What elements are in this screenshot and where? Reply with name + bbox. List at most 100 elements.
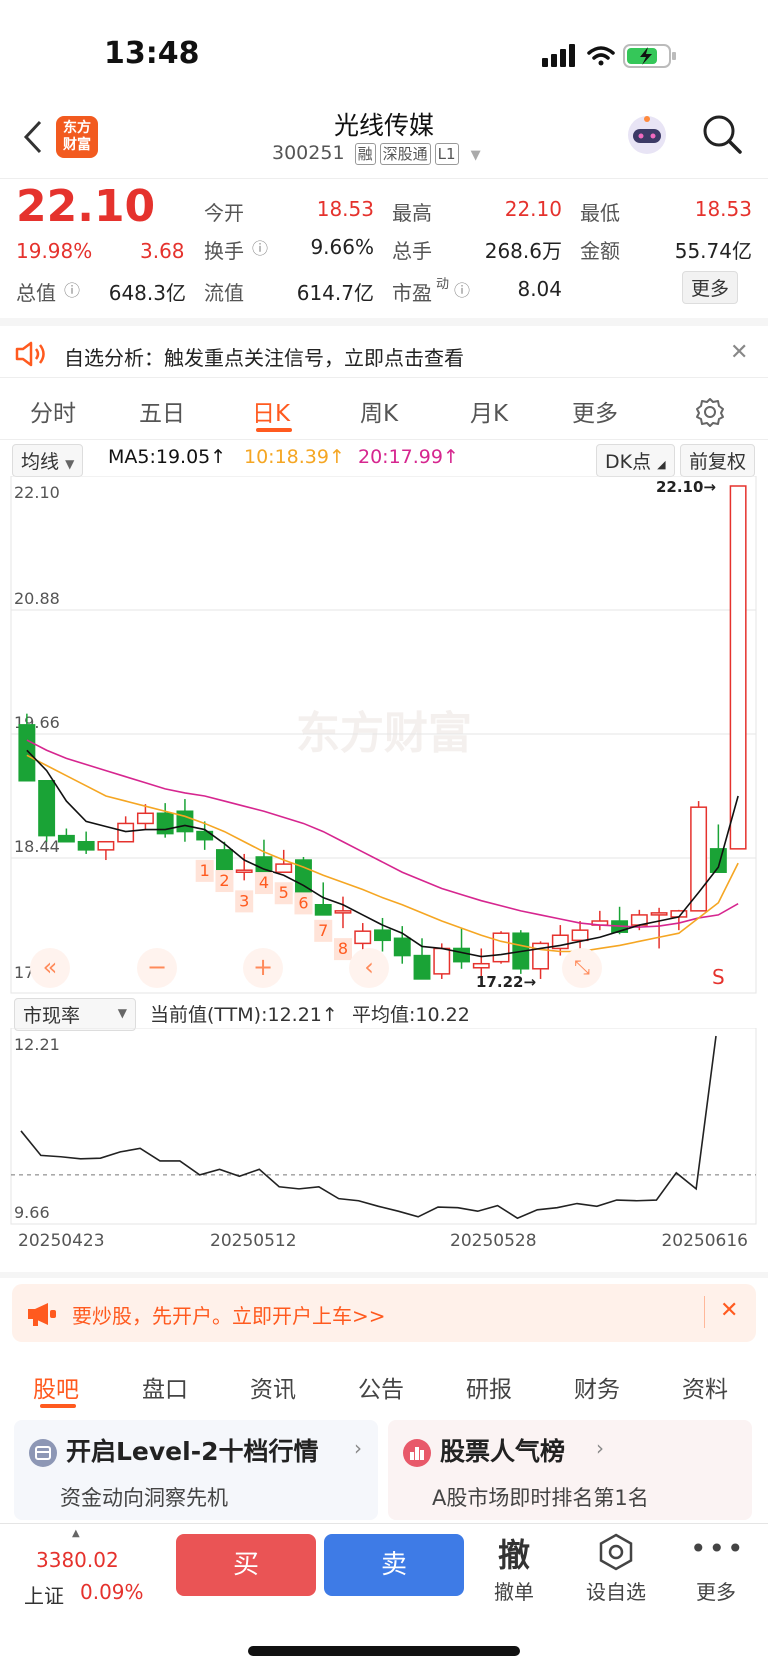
indicator-chart[interactable]: 12.21 9.66 20250423 20250512 20250528 2025061… <box>0 1028 768 1268</box>
more-dots-icon[interactable]: ••• <box>690 1532 744 1565</box>
pe-dynamic-superscript: 动 <box>436 277 450 292</box>
candle-body <box>690 806 708 912</box>
tab-five-day[interactable]: 五日 <box>139 394 185 428</box>
analysis-banner[interactable]: 自选分析：触发重点关注信号，立即点击查看 ✕ <box>0 318 768 378</box>
bottom-toolbar: ▲ 3380.02 上证 0.09% 买 卖 撤 撤单 设自选 ••• 更多 <box>0 1523 768 1669</box>
td-mark: 3 <box>239 891 249 910</box>
zoom-out-icon[interactable]: − <box>137 948 177 988</box>
scroll-left-fast-icon[interactable]: « <box>30 948 70 988</box>
battery-icon <box>623 44 676 68</box>
change-percent: 19.98% <box>16 239 93 263</box>
megaphone-icon <box>28 1303 56 1326</box>
sell-signal-mark: S <box>712 965 725 989</box>
x-tick-label: 20250616 <box>661 1231 748 1251</box>
candle-body <box>472 962 490 969</box>
y-tick-label: 9.66 <box>14 1203 50 1222</box>
quote-label-pe-dynamic: 市盈 <box>392 281 432 305</box>
level2-card[interactable]: 开启Level-2十档行情 › 资金动向洞察先机 <box>14 1420 378 1520</box>
back-arrow-icon[interactable] <box>22 120 44 154</box>
tab-monthly-k[interactable]: 月K <box>470 394 508 428</box>
candle-body <box>571 929 589 942</box>
subtab-announcements[interactable]: 公告 <box>358 1370 404 1404</box>
home-indicator <box>248 1646 520 1656</box>
ranking-chart-icon <box>403 1439 431 1467</box>
popularity-card[interactable]: 股票人气榜 › A股市场即时排名第1名 <box>388 1420 752 1520</box>
candle-body <box>18 724 36 782</box>
subtab-finance[interactable]: 财务 <box>574 1370 620 1404</box>
wifi-icon <box>587 46 615 66</box>
scroll-left-icon[interactable]: ‹ <box>349 948 389 988</box>
adjust-button[interactable]: 前复权 <box>680 444 756 477</box>
search-icon[interactable] <box>702 114 744 156</box>
ad-close-icon[interactable]: ✕ <box>720 1298 738 1323</box>
candle-body <box>453 947 470 963</box>
subtab-research[interactable]: 研报 <box>466 1370 512 1404</box>
zoom-in-icon[interactable]: + <box>243 948 283 988</box>
quote-value-float-mcap: 614.7亿 <box>296 281 374 305</box>
settings-gear-icon[interactable] <box>694 396 726 428</box>
open-account-ad[interactable]: 要炒股，先开户。立即开户上车>> ✕ <box>12 1284 756 1342</box>
td-mark: 5 <box>279 883 289 902</box>
quote-value-low: 18.53 <box>694 197 752 221</box>
subtab-profile[interactable]: 资料 <box>682 1370 728 1404</box>
sell-button[interactable]: 卖 <box>324 1534 464 1596</box>
candle-body <box>413 954 431 980</box>
turnover-info-icon[interactable]: ⓘ <box>252 235 268 259</box>
subtab-indicator <box>40 1404 76 1408</box>
quote-value-pe-dynamic: 8.04 <box>517 277 562 301</box>
cancel-order-icon[interactable]: 撤 <box>484 1530 544 1576</box>
stock-code-row[interactable]: 300251 融深股通 L1 ▼ <box>272 142 481 165</box>
kline-chart[interactable]: 东方财富 22.1020.8819.6618.4417.221234567822… <box>0 476 768 996</box>
watchlist-hexagon-icon[interactable] <box>596 1532 636 1572</box>
triangle-up-icon: ▲ <box>72 1528 80 1539</box>
quote-label-low: 最低 <box>580 201 620 225</box>
candle-body <box>393 937 411 957</box>
x-tick-label: 20250528 <box>450 1231 537 1251</box>
td-mark: 8 <box>338 939 348 958</box>
ad-divider <box>704 1296 705 1328</box>
tab-more[interactable]: 更多 <box>572 394 618 428</box>
subtab-guba[interactable]: 股吧 <box>33 1370 79 1404</box>
chevron-right-icon: › <box>596 1436 604 1460</box>
y-tick-label: 20.88 <box>14 589 60 608</box>
more-button[interactable]: 更多 <box>682 271 739 304</box>
cancel-order-label[interactable]: 撤单 <box>484 1576 544 1605</box>
dk-point-button[interactable]: DK点 ◢ <box>596 444 675 477</box>
tab-daily-k[interactable]: 日K <box>252 394 290 428</box>
buy-button[interactable]: 买 <box>176 1534 316 1596</box>
robot-assistant-icon[interactable] <box>624 112 670 158</box>
ma10-value: 10:18.39↑ <box>244 446 345 468</box>
index-percent: 0.09% <box>80 1580 144 1604</box>
info-icon[interactable]: ⓘ <box>64 277 80 301</box>
speaker-icon <box>15 341 45 367</box>
index-value[interactable]: 3380.02 <box>36 1548 119 1572</box>
indicator-frame <box>10 1028 757 1225</box>
subtab-pankou[interactable]: 盘口 <box>142 1370 188 1404</box>
add-watchlist-label[interactable]: 设自选 <box>580 1576 652 1605</box>
close-icon[interactable]: ✕ <box>730 340 748 365</box>
index-name: 上证 <box>24 1584 64 1608</box>
more-label[interactable]: 更多 <box>690 1576 742 1605</box>
indicator-average: 平均值:10.22 <box>352 1004 470 1026</box>
content-tabs: 股吧 盘口 资讯 公告 研报 财务 资料 <box>0 1350 768 1410</box>
level2-subtitle: 资金动向洞察先机 <box>60 1486 228 1510</box>
y-tick-label: 22.10 <box>14 483 60 502</box>
eastmoney-logo[interactable]: 东方 财富 <box>56 116 98 158</box>
quote-label-float-mcap: 流值 <box>204 281 244 305</box>
active-tab-indicator <box>256 428 292 432</box>
tab-intraday[interactable]: 分时 <box>30 394 76 428</box>
ma-selector[interactable]: 均线 ▼ <box>12 444 84 477</box>
indicator-selector[interactable]: 市现率 ▼ <box>14 998 136 1031</box>
y-tick-label: 18.44 <box>14 837 60 856</box>
expand-icon[interactable]: ⤡ <box>562 948 602 988</box>
stock-name: 光线传媒 <box>333 111 434 140</box>
tag-level: L1 <box>434 143 459 165</box>
quote-label-turnover: 换手 <box>204 239 244 263</box>
td-mark: 4 <box>259 873 269 892</box>
status-icons <box>542 44 676 68</box>
pe-info-icon[interactable]: ⓘ <box>454 277 470 301</box>
subtab-news[interactable]: 资讯 <box>250 1370 296 1404</box>
tab-weekly-k[interactable]: 周K <box>360 394 398 428</box>
candle-body <box>492 932 510 963</box>
quote-value-amount: 55.74亿 <box>674 239 752 263</box>
